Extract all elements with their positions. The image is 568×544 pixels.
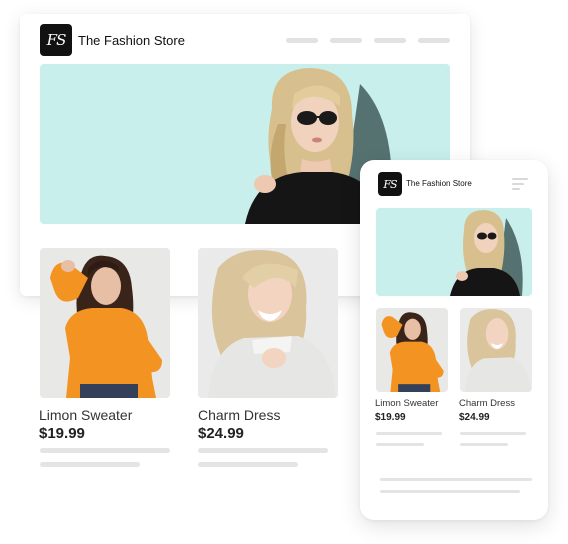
nav-item[interactable] — [330, 38, 362, 43]
hero-model-image — [450, 210, 523, 296]
product-image-limon-sweater[interactable] — [376, 308, 448, 392]
mobile-mockup: FS The Fashion Store Limon Sweater $19.9… — [360, 160, 548, 520]
placeholder-line — [198, 462, 298, 467]
sweater-model-image — [50, 255, 162, 398]
dress-model-image — [465, 309, 531, 392]
hamburger-menu-icon[interactable] — [512, 178, 528, 190]
nav-item[interactable] — [286, 38, 318, 43]
product-image-charm-dress[interactable] — [460, 308, 532, 392]
brand-name[interactable]: The Fashion Store — [78, 33, 185, 48]
product-name[interactable]: Charm Dress — [198, 407, 280, 423]
nav-item[interactable] — [374, 38, 406, 43]
product-image-charm-dress[interactable] — [198, 248, 338, 398]
product-price: $24.99 — [459, 412, 490, 423]
placeholder-line — [380, 478, 532, 481]
placeholder-line — [380, 490, 520, 493]
dress-model-image — [208, 250, 336, 398]
product-name[interactable]: Limon Sweater — [375, 398, 438, 409]
brand-name[interactable]: The Fashion Store — [406, 179, 472, 188]
sweater-model-image — [381, 312, 444, 392]
placeholder-line — [460, 432, 526, 435]
placeholder-line — [198, 448, 328, 453]
placeholder-line — [40, 448, 170, 453]
placeholder-line — [376, 443, 424, 446]
brand-logo-icon[interactable]: FS — [378, 172, 402, 196]
hero-banner[interactable] — [376, 208, 532, 296]
product-image-limon-sweater[interactable] — [40, 248, 170, 398]
placeholder-line — [40, 462, 140, 467]
product-name[interactable]: Limon Sweater — [39, 407, 132, 423]
placeholder-line — [460, 443, 508, 446]
product-price: $19.99 — [375, 412, 406, 423]
product-name[interactable]: Charm Dress — [459, 398, 515, 409]
placeholder-line — [376, 432, 442, 435]
product-price: $24.99 — [198, 425, 244, 442]
product-price: $19.99 — [39, 425, 85, 442]
brand-logo-icon[interactable]: FS — [40, 24, 72, 56]
nav-item[interactable] — [418, 38, 450, 43]
